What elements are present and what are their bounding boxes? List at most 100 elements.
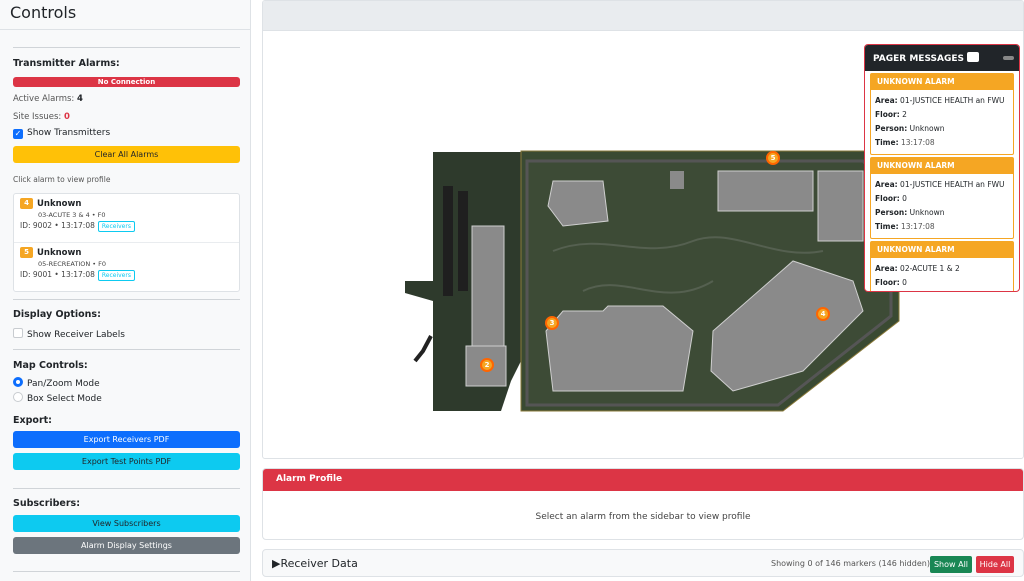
- alarm-location: 03-ACUTE 3 & 4 • F0: [38, 211, 106, 219]
- person-value: Unknown: [909, 208, 945, 217]
- show-transmitters-label: Show Transmitters: [27, 128, 111, 138]
- active-alarms-count: 4: [77, 94, 83, 104]
- area-label: Area:: [875, 180, 898, 189]
- alarm-marker[interactable]: 2: [480, 358, 494, 372]
- time-value: 13:17:08: [900, 222, 935, 231]
- floor-value: 2: [902, 110, 907, 119]
- radio-selected-icon[interactable]: [13, 377, 23, 387]
- map-building: [545, 305, 694, 392]
- alarm-list-item[interactable]: 4 Unknown 03-ACUTE 3 & 4 • F0 ID: 9002 • …: [14, 194, 239, 242]
- divider: [13, 47, 240, 48]
- alarm-profile-panel: Alarm Profile Select an alarm from the s…: [262, 468, 1024, 540]
- map-building: [471, 225, 505, 357]
- view-subscribers-button[interactable]: View Subscribers: [13, 515, 240, 532]
- connection-status-badge: No Connection: [13, 77, 240, 87]
- time-label: Time:: [875, 222, 899, 231]
- alarm-marker[interactable]: 3: [545, 316, 559, 330]
- transmitter-alarms-title: Transmitter Alarms:: [13, 58, 120, 69]
- pager-toggle-icon[interactable]: [966, 52, 979, 62]
- map-controls-title: Map Controls:: [13, 360, 88, 371]
- show-transmitters-toggle[interactable]: ✓ Show Transmitters: [13, 128, 110, 139]
- alarm-marker[interactable]: 4: [816, 307, 830, 321]
- alarm-meta: ID: 9002 • 13:17:08: [20, 221, 95, 230]
- site-issues-label: Site Issues:: [13, 112, 62, 122]
- receiver-data-toggle[interactable]: ▶Receiver Data: [272, 557, 358, 570]
- pager-message[interactable]: UNKNOWN ALARM Area: 01-JUSTICE HEALTH an…: [870, 157, 1014, 239]
- divider: [13, 349, 240, 350]
- alarm-profile-title: Alarm Profile: [263, 469, 1023, 491]
- active-alarms-label: Active Alarms:: [13, 94, 75, 104]
- alarm-location: 05-RECREATION • F0: [38, 260, 107, 268]
- pan-zoom-label: Pan/Zoom Mode: [27, 379, 100, 389]
- pager-message-header: UNKNOWN ALARM: [871, 74, 1013, 90]
- export-title: Export:: [13, 415, 52, 426]
- alarm-name: Unknown: [37, 199, 82, 209]
- divider: [13, 488, 240, 489]
- minimize-icon[interactable]: [1003, 56, 1014, 60]
- time-value: 13:17:08: [900, 138, 935, 147]
- map-building: [817, 170, 864, 242]
- alarm-number-badge: 4: [20, 198, 33, 209]
- alarm-meta: ID: 9001 • 13:17:08: [20, 270, 95, 279]
- person-value: Unknown: [909, 124, 945, 133]
- export-receivers-pdf-button[interactable]: Export Receivers PDF: [13, 431, 240, 448]
- alarm-click-hint: Click alarm to view profile: [13, 175, 111, 184]
- pager-header: PAGER MESSAGES: [865, 45, 1019, 71]
- floor-label: Floor:: [875, 194, 900, 203]
- subscribers-title: Subscribers:: [13, 498, 81, 509]
- alarm-display-settings-button[interactable]: Alarm Display Settings: [13, 537, 240, 554]
- pager-message-header: UNKNOWN ALARM: [871, 158, 1013, 174]
- receiver-labels-label: Show Receiver Labels: [27, 330, 125, 340]
- map-building: [717, 170, 814, 212]
- hide-all-button[interactable]: Hide All: [976, 556, 1014, 573]
- clear-all-alarms-button[interactable]: Clear All Alarms: [13, 146, 240, 163]
- display-options-title: Display Options:: [13, 309, 101, 320]
- area-label: Area:: [875, 264, 898, 273]
- alarm-profile-empty: Select an alarm from the sidebar to view…: [535, 512, 751, 522]
- checkbox-checked-icon[interactable]: ✓: [13, 129, 23, 139]
- receiver-data-panel: ▶Receiver Data Showing 0 of 146 markers …: [262, 549, 1024, 577]
- person-label: Person:: [875, 208, 908, 217]
- site-issues-count: 0: [64, 112, 70, 122]
- pager-title: PAGER MESSAGES: [873, 54, 964, 64]
- floor-value: 0: [902, 278, 907, 287]
- pager-message[interactable]: UNKNOWN ALARM Area: 01-JUSTICE HEALTH an…: [870, 73, 1014, 155]
- divider: [13, 299, 240, 300]
- pan-zoom-radio[interactable]: Pan/Zoom Mode: [13, 377, 100, 389]
- active-alarms: Active Alarms: 4: [13, 94, 83, 104]
- sidebar: Controls Transmitter Alarms: No Connecti…: [0, 0, 251, 581]
- radio-unselected-icon[interactable]: [13, 392, 23, 402]
- show-all-button[interactable]: Show All: [930, 556, 972, 573]
- map-building: [670, 171, 684, 189]
- pager-message-header: UNKNOWN ALARM: [871, 242, 1013, 258]
- area-value: 02-ACUTE 1 & 2: [900, 264, 960, 273]
- map-road: [413, 335, 433, 363]
- export-test-points-pdf-button[interactable]: Export Test Points PDF: [13, 453, 240, 470]
- divider: [13, 571, 240, 572]
- area-value: 01-JUSTICE HEALTH an FWU: [900, 96, 1005, 105]
- alarm-list-item[interactable]: 5 Unknown 05-RECREATION • F0 ID: 9001 • 1…: [14, 242, 239, 290]
- receiver-marker-count: Showing 0 of 146 markers (146 hidden): [771, 559, 930, 568]
- sidebar-title: Controls: [0, 0, 250, 30]
- box-select-radio[interactable]: Box Select Mode: [13, 392, 102, 404]
- alarm-list: 4 Unknown 03-ACUTE 3 & 4 • F0 ID: 9002 • …: [13, 193, 240, 292]
- floor-label: Floor:: [875, 110, 900, 119]
- site-issues: Site Issues: 0: [13, 112, 70, 122]
- pager-messages-panel: PAGER MESSAGES UNKNOWN ALARM Area: 01-JU…: [864, 44, 1020, 292]
- checkbox-unchecked-icon[interactable]: [13, 328, 23, 338]
- floor-label: Floor:: [875, 278, 900, 287]
- person-label: Person:: [875, 124, 908, 133]
- alarm-name: Unknown: [37, 248, 82, 258]
- receivers-button[interactable]: Receivers: [97, 270, 135, 281]
- receiver-labels-toggle[interactable]: Show Receiver Labels: [13, 328, 125, 340]
- floor-value: 0: [902, 194, 907, 203]
- box-select-label: Box Select Mode: [27, 394, 102, 404]
- alarm-marker[interactable]: 5: [766, 151, 780, 165]
- map-topbar: [263, 1, 1023, 31]
- alarm-number-badge: 5: [20, 247, 33, 258]
- receivers-button[interactable]: Receivers: [97, 221, 135, 232]
- area-label: Area:: [875, 96, 898, 105]
- area-value: 01-JUSTICE HEALTH an FWU: [900, 180, 1005, 189]
- map-parking-row: [458, 191, 468, 291]
- pager-message[interactable]: UNKNOWN ALARM Area: 02-ACUTE 1 & 2 Floor…: [870, 241, 1014, 291]
